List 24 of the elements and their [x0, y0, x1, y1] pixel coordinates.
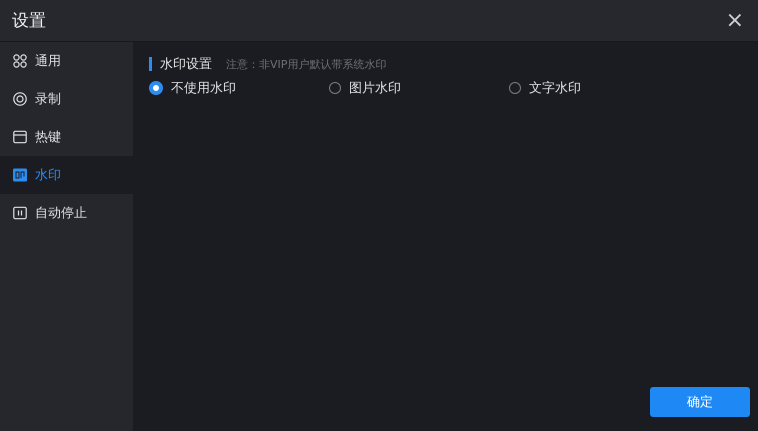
- sidebar-item[interactable]: 自动停止: [0, 194, 133, 232]
- option-label: 不使用水印: [171, 80, 236, 97]
- radio-option[interactable]: 图片水印: [329, 79, 509, 97]
- radio-option[interactable]: 不使用水印: [149, 79, 329, 97]
- section-title: 水印设置: [160, 56, 212, 73]
- option-label: 图片水印: [349, 80, 401, 97]
- sidebar-item[interactable]: 水印: [0, 156, 133, 194]
- note-text: 注意：非VIP用户默认带系统水印: [226, 56, 386, 72]
- pause-icon: [13, 206, 27, 220]
- section-marker: [149, 57, 152, 71]
- sidebar-item[interactable]: 通用: [0, 42, 133, 80]
- sidebar-item[interactable]: 录制: [0, 80, 133, 118]
- radio-button[interactable]: [329, 82, 341, 94]
- window-title: 设置: [12, 10, 46, 32]
- stamp-icon: [13, 168, 27, 182]
- radio-button[interactable]: [509, 82, 521, 94]
- close-button[interactable]: ×: [722, 10, 748, 32]
- record-icon: [13, 92, 27, 106]
- radio-option[interactable]: 文字水印: [509, 79, 689, 97]
- option-label: 文字水印: [529, 80, 581, 97]
- radio-button[interactable]: [149, 81, 163, 95]
- sidebar-item[interactable]: 热键: [0, 118, 133, 156]
- grid-icon: [13, 54, 27, 68]
- confirm-button[interactable]: 确定: [650, 387, 750, 417]
